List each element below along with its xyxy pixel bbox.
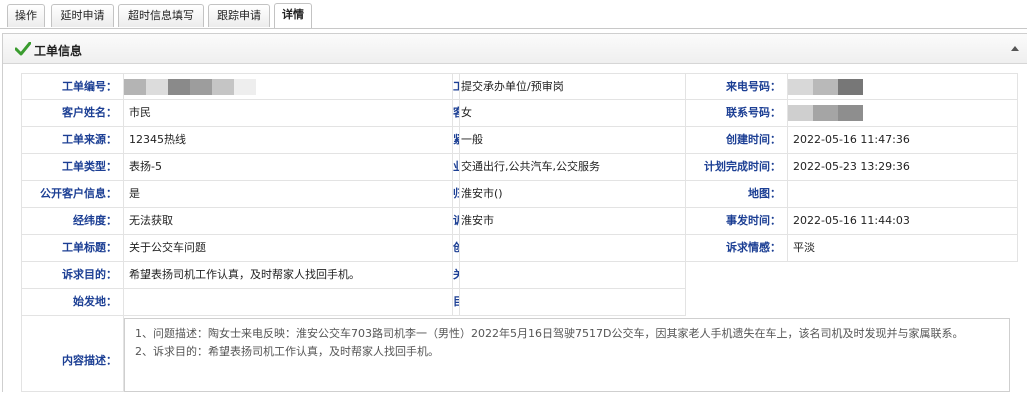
field-label: 来电号码： xyxy=(686,73,788,100)
field-value: 提交承办单位/预审岗 xyxy=(456,73,686,100)
field-label: 地图： xyxy=(686,181,788,208)
tab-details[interactable]: 详情 xyxy=(274,3,312,28)
field-label: 计划完成时间： xyxy=(686,154,788,181)
redaction-block xyxy=(838,79,863,95)
check-icon xyxy=(15,42,31,56)
redacted-value xyxy=(124,79,256,95)
tab-delay-request[interactable]: 延时申请 xyxy=(51,4,114,27)
field-label: 事发时间： xyxy=(686,208,788,235)
redacted-value xyxy=(788,105,863,121)
field-value: 关于公交车问题 xyxy=(124,235,453,262)
field-label: 诉求目的： xyxy=(21,262,124,289)
redaction-block xyxy=(212,79,234,95)
description-line: 2、诉求目的：希望表扬司机工作认真，及时帮家人找回手机。 xyxy=(135,345,439,358)
field-value: 2022-05-16 11:44:03 xyxy=(788,208,1018,235)
redaction-block xyxy=(813,105,838,121)
redaction-block xyxy=(788,79,813,95)
field-value xyxy=(788,181,1018,208)
field-label: 始发地： xyxy=(21,289,124,316)
redaction-block xyxy=(190,79,212,95)
field-value: 交通出行,公共汽车,公交服务 xyxy=(456,154,686,181)
field-label: 诉求情感： xyxy=(686,235,788,262)
field-label: 经纬度： xyxy=(21,208,124,235)
field-value xyxy=(124,73,453,100)
panel-header: 工单信息 xyxy=(3,34,1027,64)
collapse-icon[interactable] xyxy=(1011,46,1019,51)
field-value xyxy=(456,289,686,316)
redacted-value xyxy=(788,79,863,95)
tab-overtime-info[interactable]: 超时信息填写 xyxy=(118,4,204,27)
redaction-block xyxy=(838,105,863,121)
field-value: 是 xyxy=(124,181,453,208)
description-label: 内容描述： xyxy=(21,316,124,392)
description-line: 1、问题描述：陶女士来电反映：淮安公交车703路司机李一（男性）2022年5月1… xyxy=(135,327,964,340)
redaction-block xyxy=(124,79,146,95)
field-label: 工单类型： xyxy=(21,154,124,181)
field-label: 工单编号： xyxy=(21,73,124,100)
redaction-block xyxy=(234,79,256,95)
field-value: 淮安市() xyxy=(456,181,686,208)
field-value: 淮安市 xyxy=(456,208,686,235)
field-value xyxy=(456,262,686,289)
field-value: 表扬-5 xyxy=(124,154,453,181)
panel-title: 工单信息 xyxy=(34,44,83,58)
field-value xyxy=(456,235,686,262)
field-value: 2022-05-23 13:29:36 xyxy=(788,154,1018,181)
field-value xyxy=(124,289,453,316)
tab-tracking-request[interactable]: 跟踪申请 xyxy=(208,4,270,27)
redaction-block xyxy=(168,79,190,95)
field-label: 联系号码： xyxy=(686,100,788,127)
field-value: 女 xyxy=(456,100,686,127)
redaction-block xyxy=(813,79,838,95)
field-value xyxy=(788,73,1018,100)
field-value: 12345热线 xyxy=(124,127,453,154)
field-value: 希望表扬司机工作认真，及时帮家人找回手机。 xyxy=(124,262,453,289)
redaction-block xyxy=(788,105,813,121)
field-label: 公开客户信息： xyxy=(21,181,124,208)
field-value: 无法获取 xyxy=(124,208,453,235)
field-value: 2022-05-16 11:47:36 xyxy=(788,127,1018,154)
tab-bar: 操作 延时申请 超时信息填写 跟踪申请 详情 xyxy=(0,0,1027,29)
field-label: 工单来源： xyxy=(21,127,124,154)
field-label: 工单标题： xyxy=(21,235,124,262)
field-value xyxy=(788,100,1018,127)
field-label: 创建时间： xyxy=(686,127,788,154)
field-value: 一般 xyxy=(456,127,686,154)
redaction-block xyxy=(146,79,168,95)
description-content: 1、问题描述：陶女士来电反映：淮安公交车703路司机李一（男性）2022年5月1… xyxy=(124,318,1010,392)
tab-operation[interactable]: 操作 xyxy=(7,4,45,27)
field-value: 市民 xyxy=(124,100,453,127)
field-value: 平淡 xyxy=(788,235,1018,262)
field-label: 客户姓名： xyxy=(21,100,124,127)
